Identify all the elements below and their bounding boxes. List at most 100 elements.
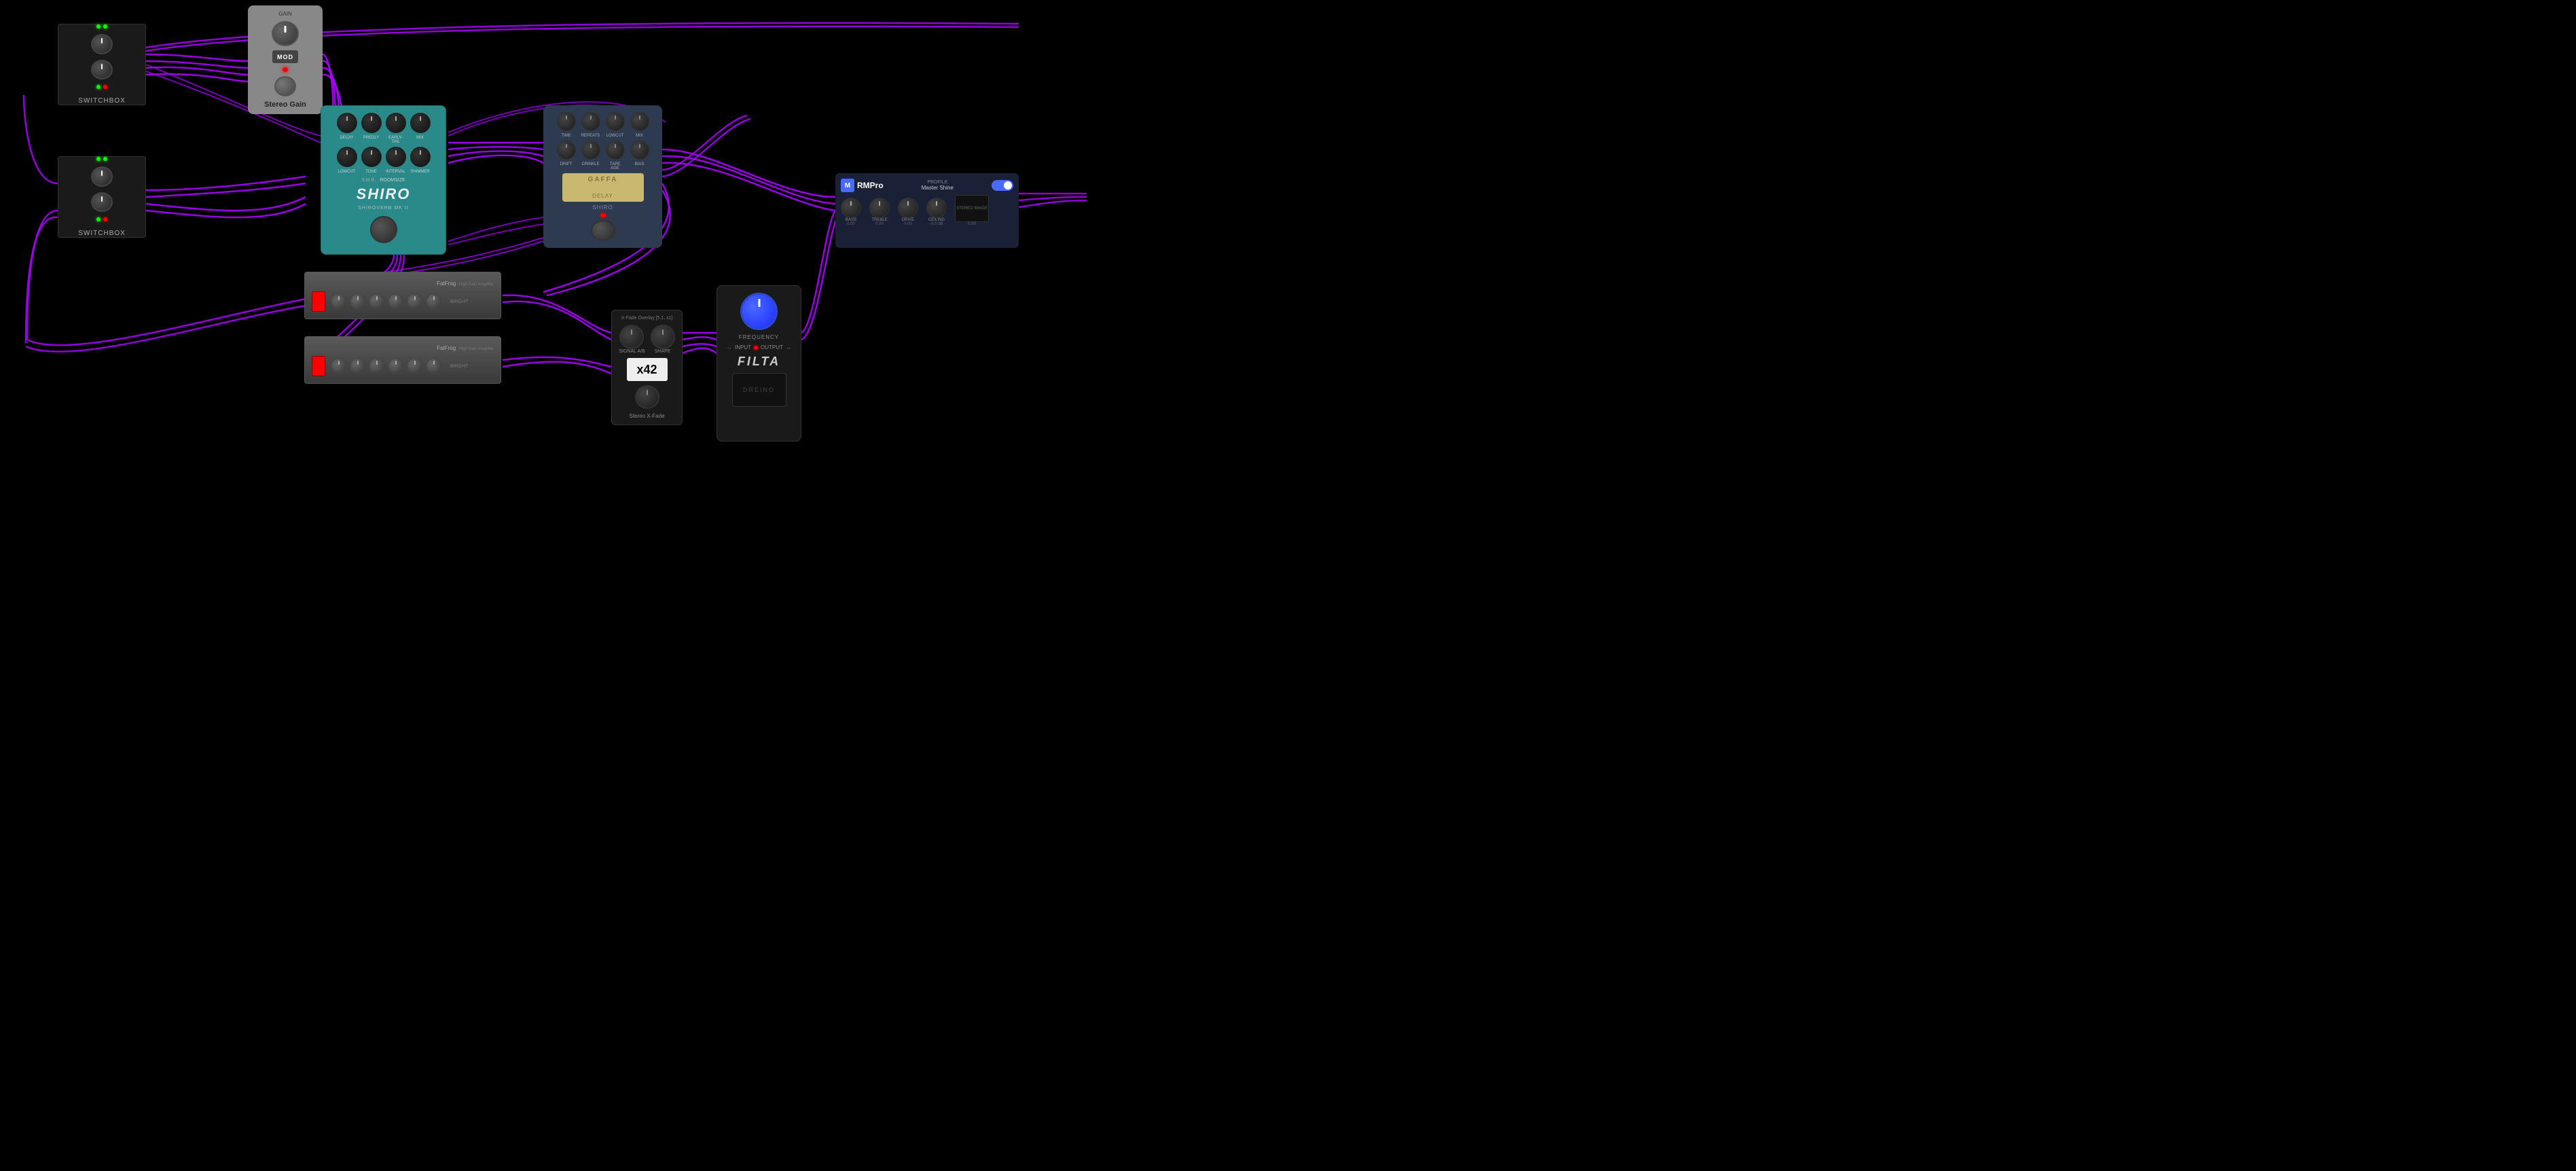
fatfrog1-knob-gain[interactable] bbox=[350, 293, 366, 310]
rmpro-bass-value: 0.00 bbox=[847, 222, 855, 226]
stereo-gain-footswitch[interactable] bbox=[274, 76, 296, 96]
switchbox1-knob-bottom[interactable] bbox=[91, 60, 113, 80]
rmpro-ceiling-knob[interactable] bbox=[926, 198, 947, 218]
shiro-roomsize-row: S M B ROOMSIZE bbox=[361, 178, 405, 183]
fatfrog2-knob-model[interactable] bbox=[388, 358, 404, 374]
gaffa-drift-label: drift bbox=[557, 162, 576, 170]
fatfrog2-bright-label: BRIGHT bbox=[450, 364, 468, 369]
shiro-footswitch[interactable] bbox=[370, 216, 397, 243]
gaffa-bottom-knobs bbox=[557, 141, 649, 160]
filta-io-row: → INPUT OUTPUT → bbox=[727, 344, 791, 350]
gaffa-bias-knob[interactable] bbox=[630, 141, 649, 160]
shiro-mix-label: MIX bbox=[410, 136, 431, 144]
xfade-bottom-knob[interactable] bbox=[635, 385, 659, 409]
filta-freq-knob[interactable] bbox=[740, 293, 778, 330]
rmpro-bass-knob[interactable] bbox=[841, 198, 861, 218]
shiro-mix-knob[interactable] bbox=[410, 113, 431, 133]
shiro-earlytail-knob[interactable] bbox=[386, 113, 406, 133]
rmpro-treble-knob[interactable] bbox=[869, 198, 890, 218]
gaffa-repeats-knob[interactable] bbox=[581, 112, 600, 131]
fatfrog1-controls: BRIGHT bbox=[312, 291, 494, 312]
xfade-shape-knob[interactable] bbox=[651, 325, 675, 349]
fatfrog1-knob-master[interactable] bbox=[426, 293, 442, 310]
gaffa-lowcut-label: lowcut bbox=[606, 134, 625, 138]
rmpro-treble-value: 0.00 bbox=[875, 222, 884, 226]
rmpro-stereo-box: STEREO IMAGE bbox=[955, 195, 989, 222]
led-red-1 bbox=[103, 85, 107, 89]
xfade-header: X-Fade Overlay [5.1, x1] bbox=[621, 316, 673, 321]
gaffa-top-labels: time repeats lowcut mix bbox=[557, 134, 649, 138]
rmpro-profile-value: Master Shine bbox=[922, 185, 954, 191]
shiro-interval-knob[interactable] bbox=[386, 147, 406, 167]
rmpro-knobs: BASS 0.00 TREBLE 0.00 DRIVE 0.00 CEILING… bbox=[841, 195, 1013, 226]
gaffa-drift-knob[interactable] bbox=[557, 141, 576, 160]
switchbox-1: SWITCHBOX bbox=[58, 24, 146, 105]
shiro-smb: S M B bbox=[361, 178, 374, 183]
fatfrog2-switch[interactable] bbox=[312, 356, 325, 376]
fatfrog2-knob-bright[interactable] bbox=[331, 358, 347, 374]
fatfrog-1: FatFrog High Gain Amplifier BRIGHT bbox=[304, 272, 501, 319]
fatfrog2-sub: High Gain Amplifier bbox=[459, 347, 494, 351]
led-red-2 bbox=[103, 217, 107, 221]
xfade-top-knobs: SIGNAL A/B SHAPE bbox=[619, 325, 674, 354]
rmpro-title: RMPro bbox=[857, 181, 884, 190]
shiro-shimmer-knob[interactable] bbox=[410, 147, 431, 167]
gaffa-tape-display bbox=[562, 173, 644, 202]
fatfrog1-knob-bright[interactable] bbox=[331, 293, 347, 310]
led-green-1 bbox=[96, 24, 101, 29]
shiro-predelay-knob[interactable] bbox=[361, 113, 382, 133]
gaffa-crinkle-knob[interactable] bbox=[581, 141, 600, 160]
led-green-5 bbox=[103, 157, 107, 161]
switchbox2-knob-bottom[interactable] bbox=[91, 192, 113, 213]
fatfrog1-switch[interactable] bbox=[312, 291, 325, 312]
fatfrog2-knob-master[interactable] bbox=[426, 358, 442, 374]
fatfrog2-header: FatFrog High Gain Amplifier bbox=[312, 341, 494, 353]
xfade-display: x42 bbox=[627, 358, 668, 381]
rmpro-drive-knob[interactable] bbox=[898, 198, 918, 218]
rmpro-ceiling-value: -0.0 dB bbox=[930, 222, 943, 226]
shiro-lowcut-knob[interactable] bbox=[337, 147, 357, 167]
gaffa-tapeage-label: tape age bbox=[606, 162, 625, 170]
rmpro-toggle[interactable] bbox=[992, 180, 1013, 191]
rmpro-header-row: M RMPro PROFILE Master Shine bbox=[841, 179, 1013, 192]
fatfrog1-knob-model[interactable] bbox=[388, 293, 404, 310]
xfade-signalAB-knob[interactable] bbox=[619, 325, 644, 349]
gaffa-mix-knob[interactable] bbox=[630, 112, 649, 131]
switchbox2-leds-bottom bbox=[96, 217, 107, 221]
xfade-signalAB-label: SIGNAL A/B bbox=[619, 349, 645, 354]
gaffa-lowcut-knob[interactable] bbox=[606, 112, 625, 131]
shiro-decay-knob[interactable] bbox=[337, 113, 357, 133]
switchbox1-label: SWITCHBOX bbox=[78, 97, 126, 105]
filta-input-arrow: → bbox=[727, 344, 732, 350]
fatfrog1-knob-treble[interactable] bbox=[407, 293, 423, 310]
switchbox1-knob-top[interactable] bbox=[91, 34, 113, 54]
fatfrog2-label: FatFrog bbox=[437, 345, 456, 351]
gain-knob[interactable] bbox=[272, 21, 299, 46]
filta-footswitch[interactable]: DREINO bbox=[732, 373, 786, 407]
mod-button[interactable]: MOD bbox=[272, 50, 298, 62]
shiro-tone-label: TONE bbox=[361, 170, 382, 174]
switchbox1-leds bbox=[96, 24, 107, 29]
led-green-4 bbox=[96, 157, 101, 161]
shiro-top-labels: DECAY PREDLY EARLY-TAIL MIX bbox=[337, 136, 431, 144]
switchbox2-knob-top[interactable] bbox=[91, 166, 113, 187]
fatfrog2-knob-bass[interactable] bbox=[369, 358, 385, 374]
filta-output-label: OUTPUT bbox=[761, 344, 783, 350]
fatfrog1-knob-bass[interactable] bbox=[369, 293, 385, 310]
fatfrog2-knob-gain[interactable] bbox=[350, 358, 366, 374]
stereo-gain-label: Stereo Gain bbox=[264, 101, 306, 109]
fatfrog2-knob-treble[interactable] bbox=[407, 358, 423, 374]
gaffa-footswitch[interactable] bbox=[591, 220, 615, 241]
stereo-gain-led bbox=[283, 67, 288, 72]
gaffa-led bbox=[600, 213, 606, 218]
fatfrog1-header: FatFrog High Gain Amplifier bbox=[312, 276, 494, 289]
rmpro-logo-icon: M bbox=[841, 179, 854, 192]
gaffa-tapeage-knob[interactable] bbox=[606, 141, 625, 160]
fatfrog2-knobs bbox=[331, 358, 442, 374]
gaffa-crinkle-label: crinkle bbox=[581, 162, 600, 170]
gaffa-time-knob[interactable] bbox=[557, 112, 576, 131]
rmpro-profile-label: PROFILE bbox=[927, 180, 947, 185]
shiro-roomsize: ROOMSIZE bbox=[380, 178, 405, 183]
shiro-tone-knob[interactable] bbox=[361, 147, 382, 167]
xfade-signalAB-group: SIGNAL A/B bbox=[619, 325, 645, 354]
